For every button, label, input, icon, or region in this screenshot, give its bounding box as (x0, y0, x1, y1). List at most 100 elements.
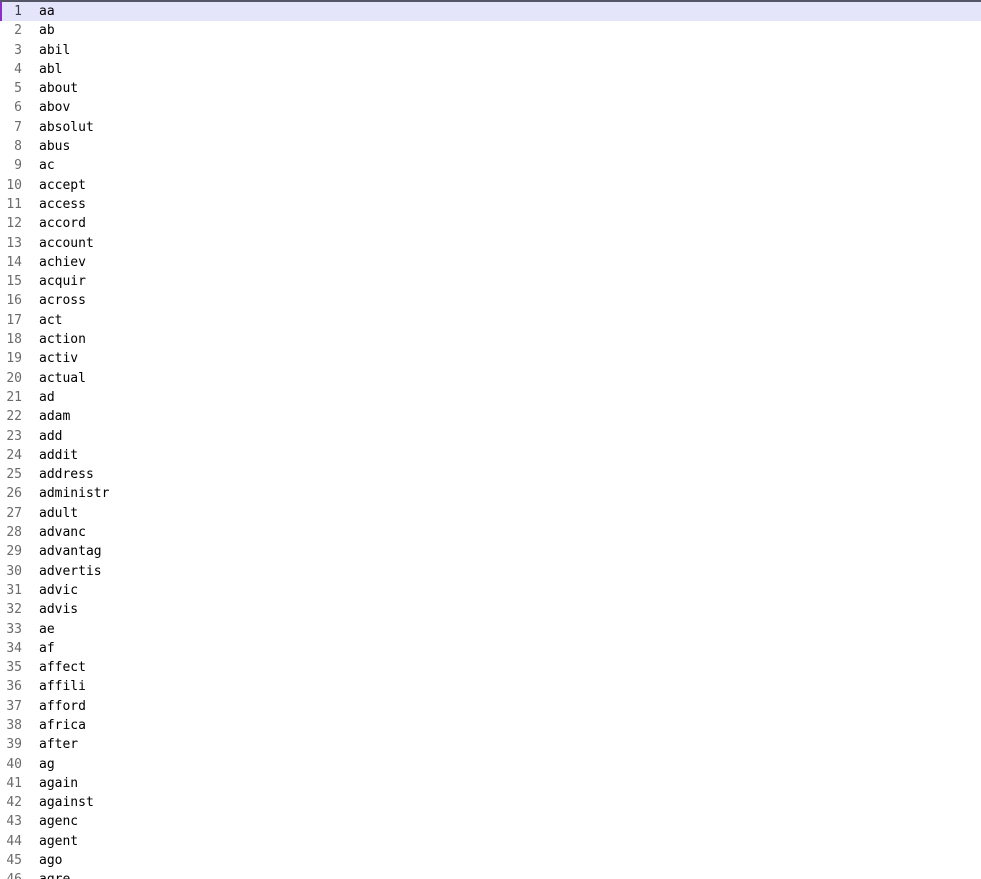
line-text[interactable]: advis (39, 600, 981, 619)
line-text[interactable]: add (39, 427, 981, 446)
line-number: 35 (6, 660, 22, 676)
code-line[interactable]: 36 affili (0, 677, 981, 696)
line-text[interactable]: accept (39, 176, 981, 195)
code-line[interactable]: 44 agent (0, 832, 981, 851)
line-text[interactable]: account (39, 234, 981, 253)
code-line[interactable]: 10 accept (0, 176, 981, 195)
code-line[interactable]: 6 abov (0, 98, 981, 117)
line-text[interactable]: activ (39, 349, 981, 368)
line-text[interactable]: affect (39, 658, 981, 677)
line-text[interactable]: advic (39, 581, 981, 600)
line-text[interactable]: advertis (39, 562, 981, 581)
line-text[interactable]: agenc (39, 812, 981, 831)
line-text[interactable]: adult (39, 504, 981, 523)
code-line[interactable]: 31 advic (0, 581, 981, 600)
code-line[interactable]: 21 ad (0, 388, 981, 407)
code-line[interactable]: 42 against (0, 793, 981, 812)
line-text[interactable]: ago (39, 851, 981, 870)
line-text[interactable]: about (39, 79, 981, 98)
line-text[interactable]: abl (39, 60, 981, 79)
code-line[interactable]: 12 accord (0, 214, 981, 233)
code-line[interactable]: 43 agenc (0, 812, 981, 831)
code-line[interactable]: 8 abus (0, 137, 981, 156)
code-line[interactable]: 7 absolut (0, 118, 981, 137)
line-text[interactable]: actual (39, 369, 981, 388)
code-line[interactable]: 11 access (0, 195, 981, 214)
line-text[interactable]: afford (39, 697, 981, 716)
code-line[interactable]: 27 adult (0, 504, 981, 523)
code-line[interactable]: 30 advertis (0, 562, 981, 581)
code-line[interactable]: 18 action (0, 330, 981, 349)
line-text[interactable]: against (39, 793, 981, 812)
code-line[interactable]: 4 abl (0, 60, 981, 79)
code-line[interactable]: 17 act (0, 311, 981, 330)
line-text[interactable]: advantag (39, 542, 981, 561)
line-text[interactable]: achiev (39, 253, 981, 272)
line-text[interactable]: agent (39, 832, 981, 851)
code-line[interactable]: 32 advis (0, 600, 981, 619)
line-text[interactable]: agre (39, 870, 981, 879)
line-text[interactable]: abus (39, 137, 981, 156)
line-text[interactable]: again (39, 774, 981, 793)
code-line[interactable]: 14 achiev (0, 253, 981, 272)
code-line[interactable]: 13 account (0, 234, 981, 253)
line-number: 33 (6, 621, 22, 637)
code-line[interactable]: 20 actual (0, 369, 981, 388)
code-line[interactable]: 5 about (0, 79, 981, 98)
code-line[interactable]: 16 across (0, 291, 981, 310)
code-line[interactable]: 3 abil (0, 41, 981, 60)
code-line[interactable]: 39 after (0, 735, 981, 754)
code-line[interactable]: 15 acquir (0, 272, 981, 291)
code-line[interactable]: 45 ago (0, 851, 981, 870)
code-line[interactable]: 2 ab (0, 21, 981, 40)
line-number: 32 (6, 602, 22, 618)
line-text[interactable]: act (39, 311, 981, 330)
line-text[interactable]: across (39, 291, 981, 310)
line-text[interactable]: ae (39, 620, 981, 639)
line-text[interactable]: ab (39, 21, 981, 40)
code-line[interactable]: 25 address (0, 465, 981, 484)
code-line[interactable]: 19 activ (0, 349, 981, 368)
line-number: 17 (6, 312, 22, 328)
line-text[interactable]: abil (39, 41, 981, 60)
code-line[interactable]: 24 addit (0, 446, 981, 465)
line-text[interactable]: after (39, 735, 981, 754)
text-editor-viewport[interactable]: 1 aa 2 ab 3 abil 4 abl 5 about 6 abov 7 absolut 8 abus 9… (0, 0, 981, 879)
line-text[interactable]: ag (39, 755, 981, 774)
code-line[interactable]: 41 again (0, 774, 981, 793)
line-text[interactable]: africa (39, 716, 981, 735)
code-line-current[interactable]: 1 aa (0, 0, 981, 22)
line-text[interactable]: address (39, 465, 981, 484)
line-text[interactable]: ad (39, 388, 981, 407)
code-line[interactable]: 37 afford (0, 697, 981, 716)
code-line[interactable]: 23 add (0, 427, 981, 446)
code-line[interactable]: 40 ag (0, 755, 981, 774)
line-text[interactable]: abov (39, 98, 981, 117)
line-text[interactable]: access (39, 195, 981, 214)
line-text[interactable]: absolut (39, 118, 981, 137)
line-text[interactable]: action (39, 330, 981, 349)
code-line[interactable]: 28 advanc (0, 523, 981, 542)
line-text[interactable]: advanc (39, 523, 981, 542)
line-text[interactable]: accord (39, 214, 981, 233)
code-line[interactable]: 33 ae (0, 620, 981, 639)
line-text[interactable]: adam (39, 407, 981, 426)
code-line[interactable]: 38 africa (0, 716, 981, 735)
code-line[interactable]: 22 adam (0, 407, 981, 426)
line-number: 1 (14, 4, 22, 19)
line-text[interactable]: addit (39, 446, 981, 465)
line-text[interactable]: administr (39, 484, 981, 503)
line-text[interactable]: affili (39, 677, 981, 696)
code-line[interactable]: 46 agre (0, 870, 981, 879)
code-line[interactable]: 9 ac (0, 156, 981, 175)
line-text[interactable]: ac (39, 156, 981, 175)
code-line-list[interactable]: 1 aa 2 ab 3 abil 4 abl 5 about 6 abov 7 absolut 8 abus 9… (0, 0, 981, 879)
code-line[interactable]: 26 administr (0, 484, 981, 503)
line-text[interactable]: aa (39, 2, 981, 21)
line-text[interactable]: af (39, 639, 981, 658)
code-line[interactable]: 29 advantag (0, 542, 981, 561)
line-number: 39 (6, 737, 22, 753)
code-line[interactable]: 35 affect (0, 658, 981, 677)
line-text[interactable]: acquir (39, 272, 981, 291)
code-line[interactable]: 34 af (0, 639, 981, 658)
